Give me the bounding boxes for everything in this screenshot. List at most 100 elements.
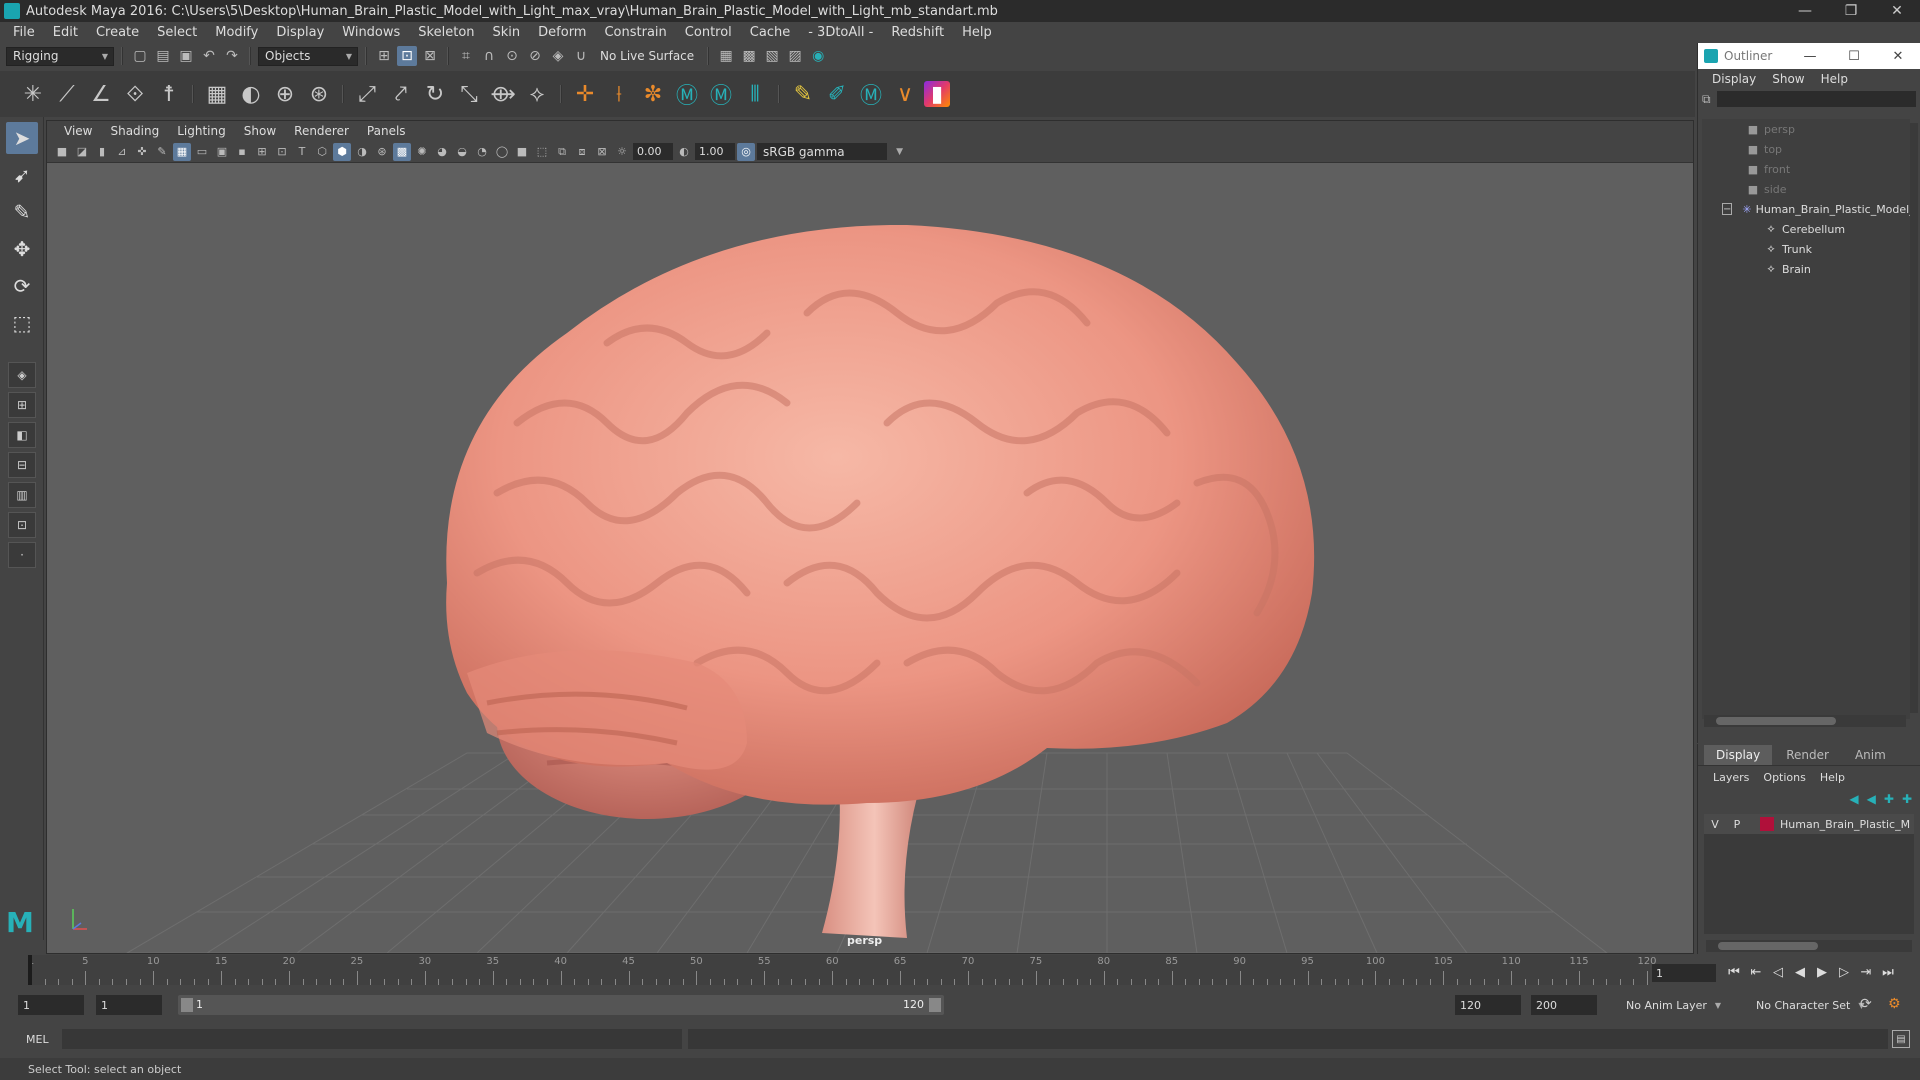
single-pane-layout-icon[interactable]: ◈ — [8, 362, 36, 388]
view-transform-dropdown[interactable]: sRGB gamma — [757, 143, 903, 160]
tab-render[interactable]: Render — [1774, 745, 1841, 765]
wrap-icon[interactable]: ⊕ — [270, 79, 300, 109]
menuset-dropdown[interactable]: Rigging — [6, 46, 114, 66]
vp-menu-lighting[interactable]: Lighting — [168, 124, 235, 138]
step-back-frame-icon[interactable]: ◁ — [1770, 963, 1786, 981]
ik-spline-icon[interactable]: ∠ — [86, 79, 116, 109]
new-scene-icon[interactable]: ▢ — [130, 46, 150, 66]
layer-visibility-toggle[interactable]: V — [1704, 818, 1726, 831]
redo-icon[interactable]: ↷ — [222, 46, 242, 66]
xray-joints-icon[interactable]: ⧈ — [573, 143, 591, 161]
snap-point-icon[interactable]: ⊙ — [502, 46, 522, 66]
playback-end-field[interactable]: 120 — [1455, 995, 1521, 1015]
gamma-icon[interactable]: ◐ — [675, 143, 693, 161]
animation-start-field[interactable]: 1 — [18, 995, 84, 1015]
cluster-icon[interactable]: ▦ — [202, 79, 232, 109]
insert-joint-icon[interactable]: ⟐ — [120, 79, 150, 109]
locator-icon[interactable]: ✛ — [570, 79, 600, 109]
motion-blur-icon[interactable]: ◔ — [473, 143, 491, 161]
paint-weights-icon[interactable]: ✎ — [788, 79, 818, 109]
anim-layer-dropdown[interactable]: No Anim Layer — [1620, 995, 1721, 1015]
safe-action-icon[interactable]: ⊡ — [273, 143, 291, 161]
paint-select-icon[interactable]: ✎ — [6, 196, 38, 228]
playback-start-field[interactable]: 1 — [96, 995, 162, 1015]
script-language-label[interactable]: MEL — [0, 1033, 60, 1046]
wireframe-icon[interactable]: ⬡ — [313, 143, 331, 161]
menu-control[interactable]: Control — [676, 25, 741, 40]
outliner-menu-show[interactable]: Show — [1764, 72, 1812, 86]
shadows-icon[interactable]: ◕ — [433, 143, 451, 161]
resolution-gate-icon[interactable]: ▣ — [213, 143, 231, 161]
new-layer-selected-icon[interactable]: ✚ — [1902, 792, 1912, 806]
snap-magnet-icon[interactable]: ∪ — [571, 46, 591, 66]
layer-color-swatch[interactable] — [1760, 817, 1774, 831]
tree-item-side[interactable]: ■ side — [1702, 179, 1910, 199]
maya-m3-icon[interactable]: Ⓜ — [856, 79, 886, 109]
paint-tool-icon[interactable]: ✐ — [822, 79, 852, 109]
joint-orient-icon[interactable]: ✼ — [638, 79, 668, 109]
side-by-side-layout-icon[interactable]: ◧ — [8, 422, 36, 448]
wireframe-on-shaded-icon[interactable]: ⊛ — [373, 143, 391, 161]
screen-space-ao-icon[interactable]: ◒ — [453, 143, 471, 161]
script-editor-icon[interactable]: ▤ — [1892, 1030, 1910, 1048]
render-frame-icon[interactable]: ▩ — [739, 46, 759, 66]
tree-item-brain[interactable]: ⟡ Brain — [1702, 259, 1910, 279]
xray-components-icon[interactable]: ⊠ — [593, 143, 611, 161]
collapse-icon[interactable]: − — [1722, 203, 1733, 215]
graph-icon[interactable]: ⫴ — [740, 79, 770, 109]
scroll-thumb[interactable] — [1718, 942, 1818, 950]
outliner-menu-help[interactable]: Help — [1813, 72, 1856, 86]
range-slider-left-handle[interactable] — [181, 998, 193, 1012]
parent-constraint-icon[interactable]: ⟴ — [488, 79, 518, 109]
camera-icon[interactable]: ■ — [53, 143, 71, 161]
auto-key-icon[interactable]: ⟳ — [1860, 996, 1872, 1012]
character-set-dropdown[interactable]: No Character Set — [1750, 995, 1864, 1015]
select-tool-icon[interactable]: ➤ — [6, 122, 38, 154]
step-forward-frame-icon[interactable]: ▷ — [1836, 963, 1852, 981]
menu-file[interactable]: File — [4, 25, 44, 40]
range-slider[interactable]: 1 120 — [178, 995, 944, 1015]
play-forward-icon[interactable]: ▶ — [1814, 963, 1830, 981]
menu-modify[interactable]: Modify — [206, 25, 267, 40]
grease-pencil-icon[interactable]: ✎ — [153, 143, 171, 161]
layer-row[interactable]: V P Human_Brain_Plastic_M — [1704, 814, 1914, 834]
maya-m-icon[interactable]: Ⓜ — [672, 79, 702, 109]
maximize-button[interactable]: ❐ — [1828, 0, 1874, 22]
aim-constraint-icon[interactable]: ⤤ — [386, 79, 416, 109]
anti-aliasing-icon[interactable]: ◯ — [493, 143, 511, 161]
bind-skin-icon[interactable]: ⟊ — [604, 79, 634, 109]
humanik-icon[interactable]: ☨ — [154, 79, 184, 109]
render-settings-icon[interactable]: ▨ — [785, 46, 805, 66]
maya-m2-icon[interactable]: Ⓜ — [706, 79, 736, 109]
scale-constraint-icon[interactable]: ⤡ — [454, 79, 484, 109]
selection-mode-dropdown[interactable]: Objects — [258, 46, 358, 66]
outliner-menu-display[interactable]: Display — [1704, 72, 1764, 86]
default-material-icon[interactable]: ◑ — [353, 143, 371, 161]
3dtoall-icon[interactable]: ▮ — [924, 81, 950, 107]
perspective-viewport[interactable]: View Shading Lighting Show Renderer Pane… — [46, 120, 1694, 954]
menu-help[interactable]: Help — [953, 25, 1001, 40]
time-slider-track[interactable]: 1510152025303540455055606570758085909510… — [28, 955, 1657, 985]
menu-edit[interactable]: Edit — [44, 25, 87, 40]
render-view-icon[interactable]: ▦ — [716, 46, 736, 66]
image-plane-icon[interactable]: ⊿ — [113, 143, 131, 161]
save-scene-icon[interactable]: ▣ — [176, 46, 196, 66]
tree-item-cerebellum[interactable]: ⟡ Cerebellum — [1702, 219, 1910, 239]
menu-windows[interactable]: Windows — [333, 25, 409, 40]
exposure-field[interactable]: 0.00 — [633, 143, 673, 160]
menu-display[interactable]: Display — [267, 25, 333, 40]
joint-tool-icon[interactable]: ✳ — [18, 79, 48, 109]
layer-menu-layers[interactable]: Layers — [1706, 771, 1756, 784]
textured-icon[interactable]: ▩ — [393, 142, 411, 161]
range-slider-right-handle[interactable] — [929, 998, 941, 1012]
outliner-vertical-scrollbar[interactable] — [1910, 123, 1918, 713]
hypershade-icon[interactable]: ◉ — [808, 46, 828, 66]
menu-skin[interactable]: Skin — [484, 25, 530, 40]
menu-select[interactable]: Select — [148, 25, 206, 40]
live-surface-label[interactable]: No Live Surface — [594, 49, 700, 63]
new-layer-icon[interactable]: ✚ — [1884, 792, 1894, 806]
outliner-horizontal-scrollbar[interactable] — [1704, 715, 1906, 727]
depth-of-field-icon[interactable]: ■ — [513, 143, 531, 161]
outliner-close-button[interactable]: ✕ — [1876, 49, 1920, 64]
color-management-icon[interactable]: ◎ — [737, 142, 755, 161]
